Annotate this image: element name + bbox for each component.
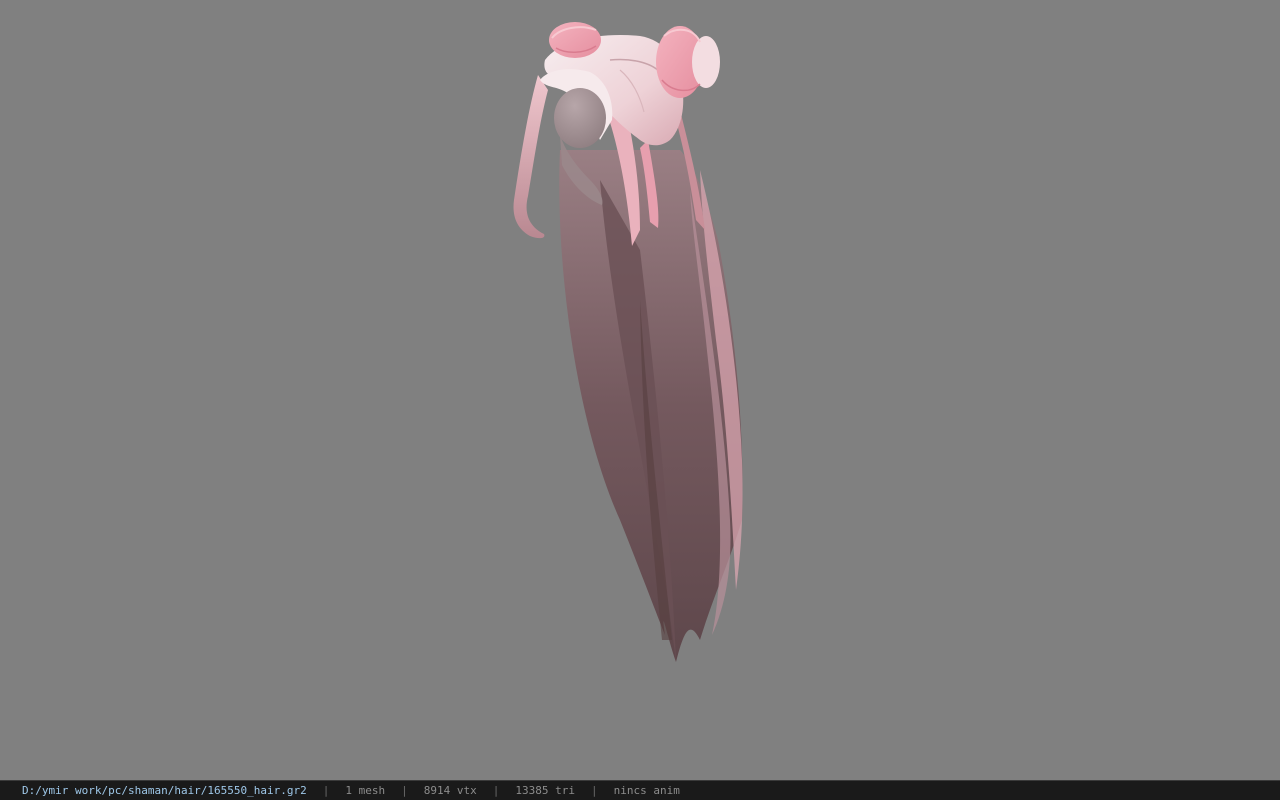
status-vertex-count: 8914 vtx xyxy=(423,784,477,797)
3d-viewport[interactable] xyxy=(0,0,1280,780)
hair-bun-right xyxy=(656,26,720,98)
status-file-path: D:/ymir work/pc/shaman/hair/165550_hair.… xyxy=(22,784,307,797)
status-mesh-count: 1 mesh xyxy=(345,784,386,797)
status-anim: nincs anim xyxy=(613,784,680,797)
status-triangle-count: 13385 tri xyxy=(515,784,575,797)
status-separator: | xyxy=(322,784,330,797)
status-separator: | xyxy=(492,784,500,797)
status-separator: | xyxy=(401,784,408,797)
hair-back-long-strands xyxy=(559,150,743,662)
hair-bun-left xyxy=(549,22,601,58)
status-separator: | xyxy=(591,784,598,797)
hair-model-render xyxy=(513,22,743,662)
status-bar: D:/ymir work/pc/shaman/hair/165550_hair.… xyxy=(0,780,1280,800)
